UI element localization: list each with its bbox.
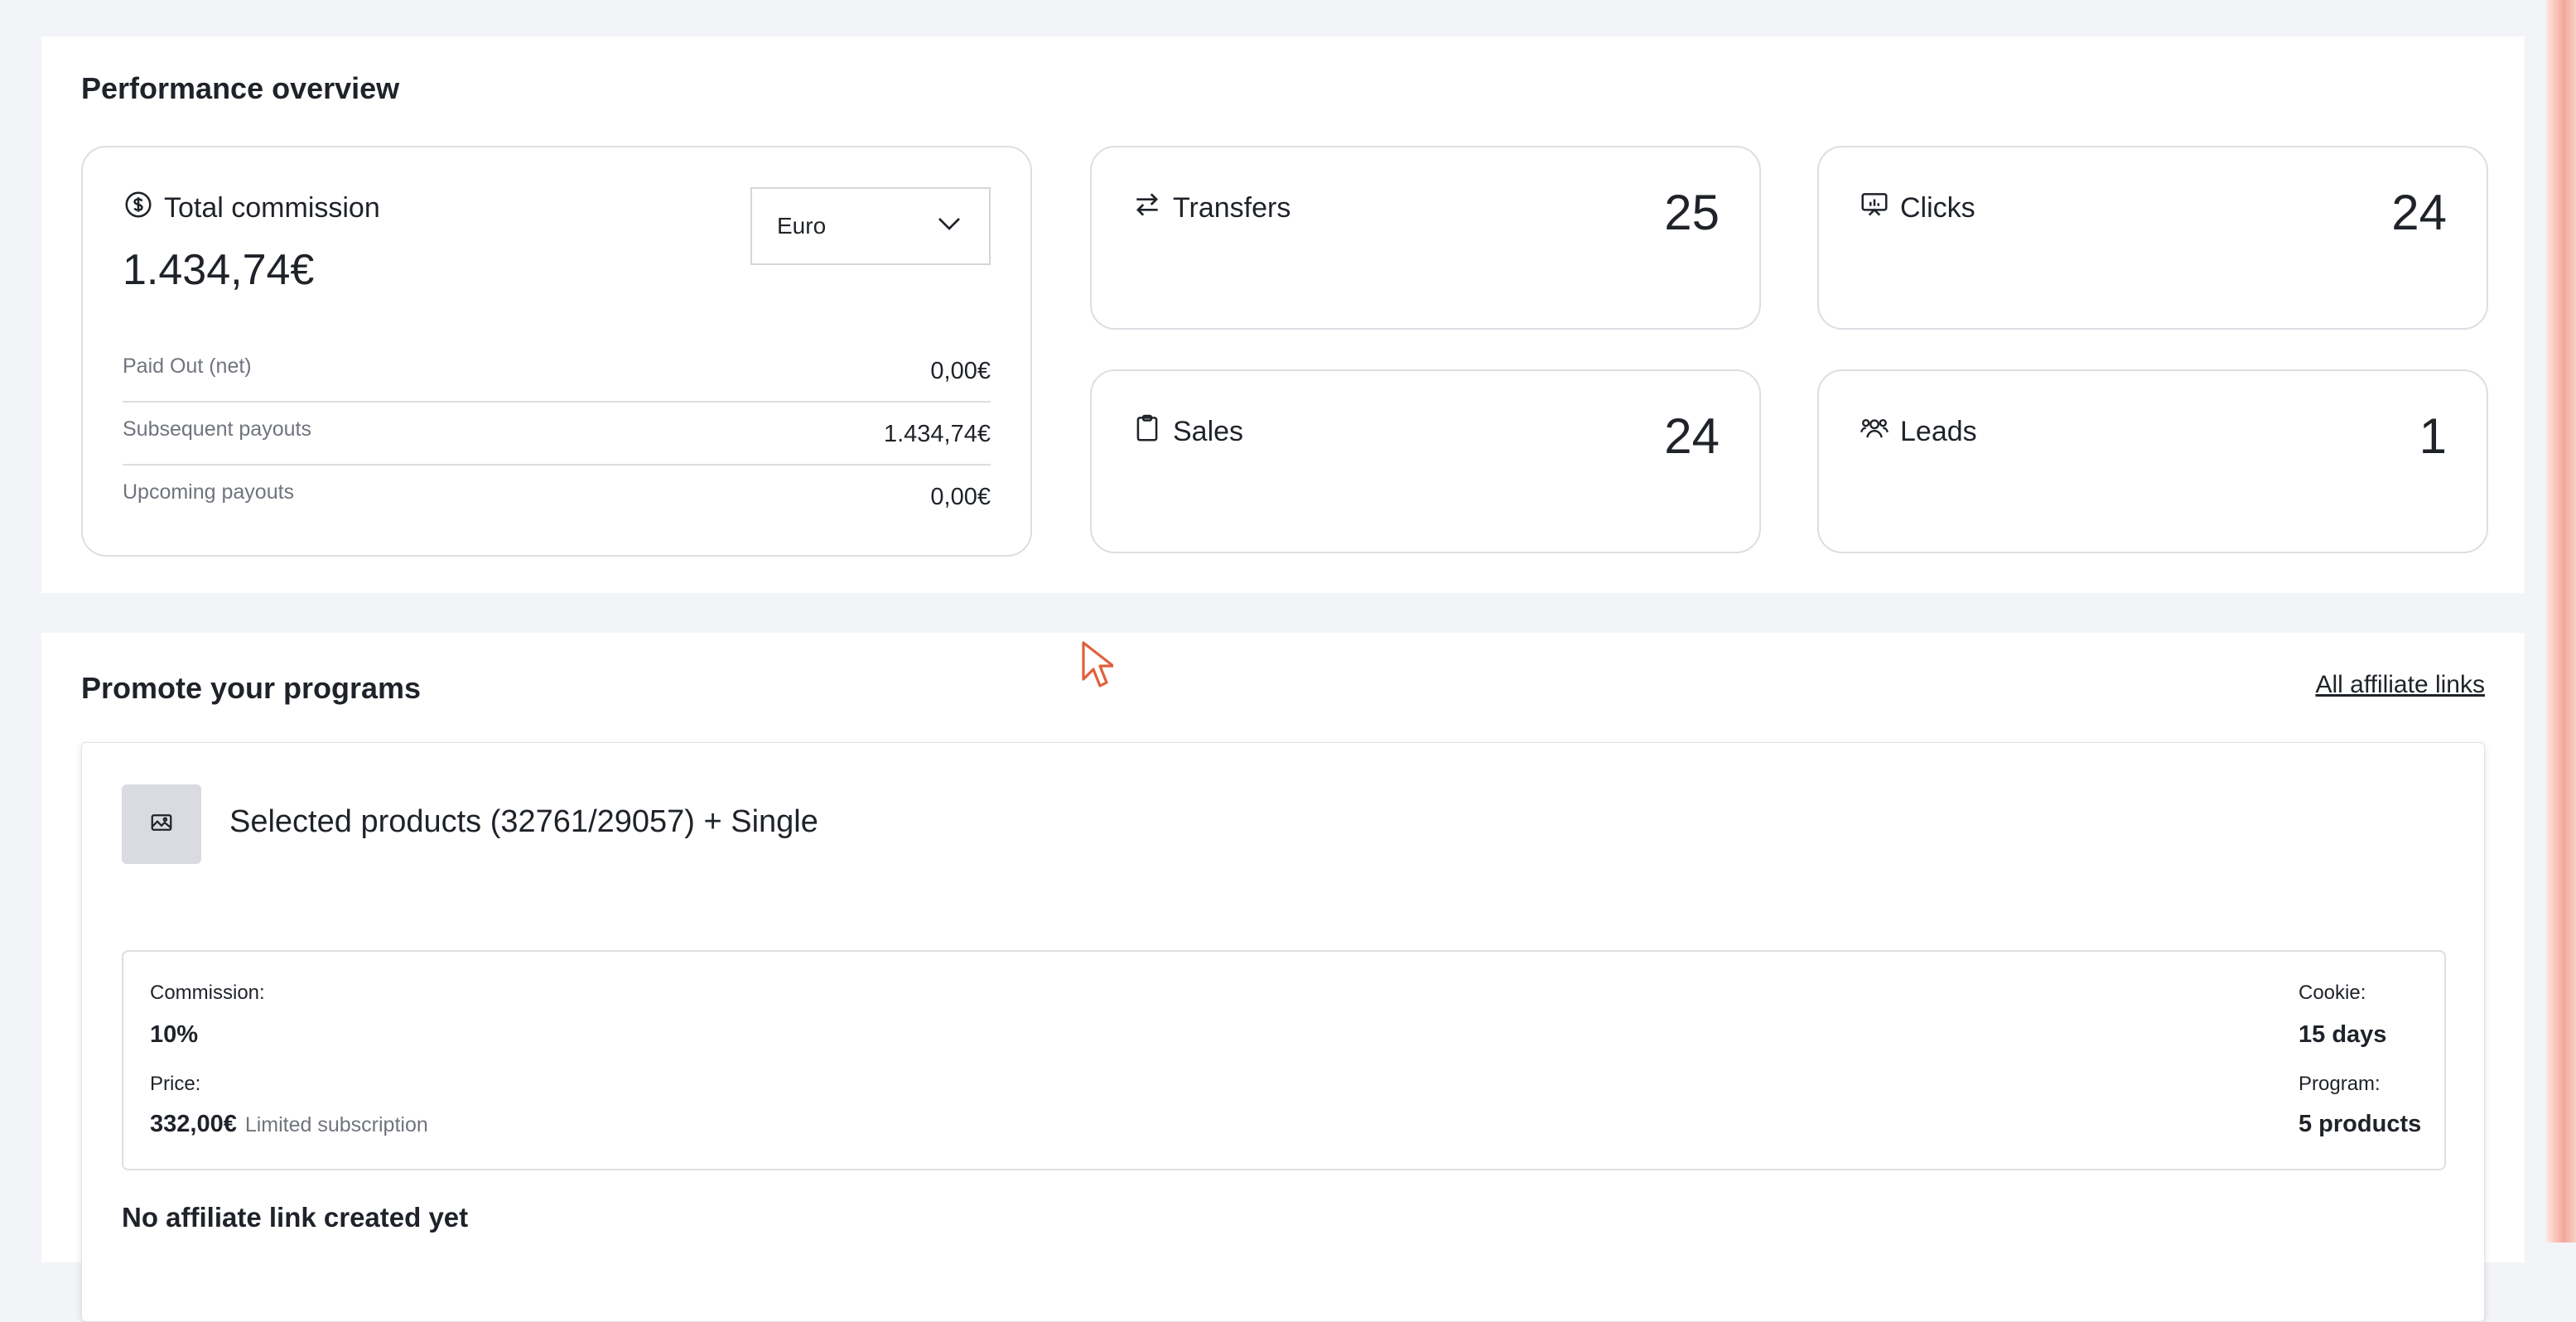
- commission-row-value: 1.434,74€: [883, 421, 991, 447]
- total-commission-card: Total commission 1.434,74€ Euro Paid Out…: [81, 146, 1032, 557]
- total-commission-label: Total commission: [164, 192, 380, 224]
- performance-overview-title: Performance overview: [81, 71, 400, 105]
- program-details-box: Commission: 10% Price: 332,00€ Limited su…: [122, 950, 2446, 1170]
- price-value: 332,00€: [150, 1111, 237, 1137]
- commission-row-value: 0,00€: [930, 358, 991, 384]
- currency-circle-icon: [123, 189, 154, 228]
- sales-label: Sales: [1173, 416, 1244, 447]
- program-card: Selected products (32761/29057) + Single…: [81, 742, 2485, 1322]
- row-divider: [123, 401, 991, 403]
- cookie-value: 15 days: [2299, 1021, 2387, 1048]
- leads-header: Leads: [1859, 413, 1977, 451]
- clicks-card: Clicks 24: [1817, 146, 2488, 330]
- currency-select[interactable]: Euro: [750, 187, 991, 265]
- promote-programs-panel: Promote your programs All affiliate link…: [41, 633, 2525, 1322]
- mouse-cursor-icon: [1080, 639, 1115, 689]
- total-commission-header: Total commission: [123, 189, 380, 228]
- program-value: 5 products: [2299, 1111, 2422, 1137]
- sales-card: Sales 24: [1090, 369, 1761, 553]
- commission-row-subsequent: Subsequent payouts 1.434,74€: [123, 409, 991, 472]
- sales-value: 24: [1664, 408, 1720, 464]
- promote-programs-title: Promote your programs: [81, 671, 422, 705]
- chevron-down-icon: [934, 209, 964, 244]
- transfers-card: Transfers 25: [1090, 146, 1761, 330]
- transfers-header: Transfers: [1131, 189, 1290, 228]
- clicks-label: Clicks: [1900, 192, 1975, 224]
- cookie-label: Cookie:: [2299, 982, 2366, 1004]
- leads-value: 1: [2419, 408, 2447, 464]
- total-commission-amount: 1.434,74€: [123, 246, 315, 294]
- program-name: Selected products (32761/29057) + Single: [229, 804, 818, 839]
- price-value-line: 332,00€ Limited subscription: [150, 1111, 428, 1138]
- clicks-header: Clicks: [1859, 189, 1975, 228]
- commission-label: Commission:: [150, 982, 265, 1004]
- program-thumbnail: [122, 784, 201, 864]
- transfer-arrows-icon: [1131, 189, 1163, 228]
- image-placeholder-icon: [149, 810, 174, 839]
- window-edge-shadow: [2546, 0, 2576, 1242]
- currency-select-value: Euro: [777, 213, 827, 239]
- transfers-value: 25: [1664, 185, 1720, 240]
- leads-label: Leads: [1900, 416, 1977, 447]
- users-group-icon: [1859, 413, 1890, 451]
- clipboard-icon: [1131, 413, 1163, 451]
- commission-row-label: Subsequent payouts: [123, 417, 311, 441]
- price-label: Price:: [150, 1073, 201, 1095]
- commission-row-value: 0,00€: [930, 484, 991, 510]
- price-note: Limited subscription: [244, 1113, 428, 1136]
- commission-row-paid-out: Paid Out (net) 0,00€: [123, 346, 991, 409]
- all-affiliate-links-link[interactable]: All affiliate links: [2315, 671, 2485, 699]
- clicks-value: 24: [2391, 185, 2447, 240]
- row-divider: [123, 464, 991, 466]
- commission-row-label: Upcoming payouts: [123, 480, 295, 504]
- commission-value: 10%: [150, 1021, 199, 1048]
- transfers-label: Transfers: [1173, 192, 1291, 224]
- commission-row-upcoming: Upcoming payouts 0,00€: [123, 472, 991, 535]
- sales-header: Sales: [1131, 413, 1243, 451]
- no-affiliate-link-message: No affiliate link created yet: [122, 1202, 469, 1233]
- presentation-chart-icon: [1859, 189, 1890, 228]
- performance-overview-panel: Performance overview Total commission 1.…: [41, 36, 2525, 593]
- leads-card: Leads 1: [1817, 369, 2488, 553]
- commission-row-label: Paid Out (net): [123, 355, 252, 378]
- program-label: Program:: [2299, 1073, 2381, 1095]
